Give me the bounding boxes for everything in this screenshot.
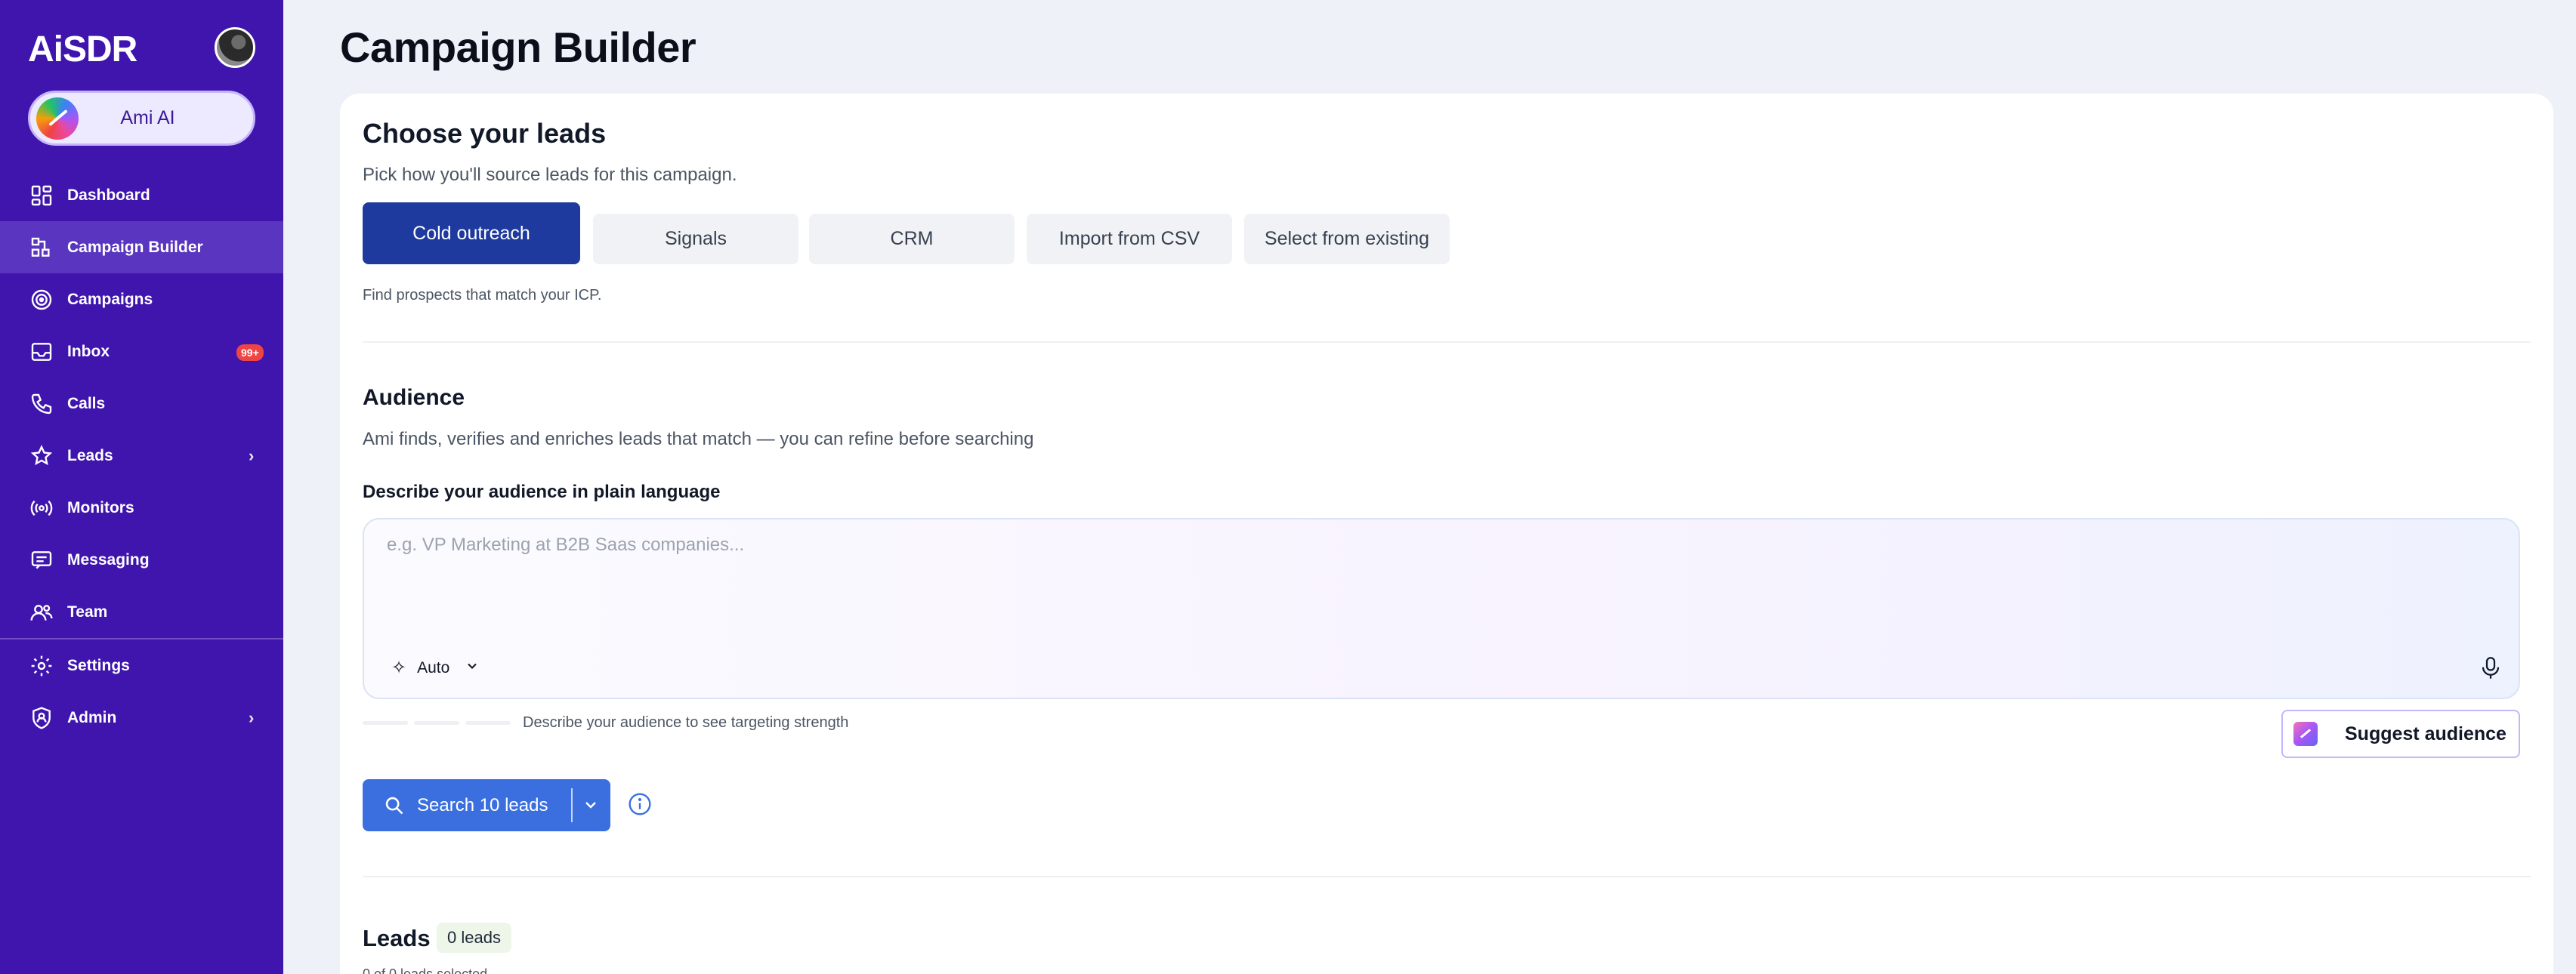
sidebar-item-calls[interactable]: Calls	[0, 378, 283, 430]
leads-count-badge: 0 leads	[437, 923, 511, 953]
microphone-icon[interactable]	[2479, 655, 2502, 681]
sidebar: AiSDR Ami AI Dashboard Campaign Builder …	[0, 0, 283, 974]
team-icon	[28, 599, 55, 626]
sidebar-item-label: Campaigns	[67, 290, 153, 308]
sidebar-item-messaging[interactable]: Messaging	[0, 534, 283, 586]
brand-logo: AiSDR	[28, 29, 137, 69]
sidebar-item-label: Inbox	[67, 342, 110, 360]
sidebar-item-leads[interactable]: Leads ›	[0, 430, 283, 482]
leads-title: Leads	[363, 925, 431, 951]
chevron-down-icon	[465, 658, 480, 677]
leads-selected-text: 0 of 0 leads selected	[363, 966, 488, 974]
inbox-icon	[28, 338, 55, 365]
broadcast-icon	[28, 495, 55, 522]
chevron-right-icon: ›	[249, 708, 255, 727]
button-split-divider	[571, 788, 573, 822]
sidebar-item-label: Team	[67, 603, 108, 621]
sidebar-item-label: Monitors	[67, 498, 134, 516]
audience-textarea[interactable]: e.g. VP Marketing at B2B Saas companies.…	[363, 518, 2520, 699]
choose-leads-title: Choose your leads	[363, 118, 607, 149]
ami-orb-icon	[36, 97, 79, 140]
suggest-audience-button[interactable]: Suggest audience	[2281, 710, 2520, 758]
ai-sparkle-icon	[2293, 722, 2318, 746]
sidebar-item-label: Messaging	[67, 550, 150, 569]
source-option-signals[interactable]: Signals	[593, 214, 798, 264]
choose-leads-subtitle: Pick how you'll source leads for this ca…	[363, 165, 737, 185]
sidebar-item-campaign-builder[interactable]: Campaign Builder	[0, 221, 283, 273]
campaign-builder-icon	[28, 234, 55, 261]
strength-bar-segment	[414, 721, 459, 725]
chevron-down-icon[interactable]	[582, 796, 600, 814]
sidebar-item-label: Dashboard	[67, 186, 150, 204]
sparkle-icon: ✧	[391, 658, 407, 678]
strength-hint: Describe your audience to see targeting …	[523, 714, 849, 731]
avatar[interactable]	[215, 27, 255, 68]
search-icon	[385, 797, 403, 814]
sidebar-item-settings[interactable]: Settings	[0, 640, 283, 692]
strength-bar-segment	[363, 721, 408, 725]
search-leads-label: Search 10 leads	[417, 794, 548, 815]
sidebar-item-label: Settings	[67, 656, 130, 674]
audience-subtitle: Ami finds, verifies and enriches leads t…	[363, 429, 1034, 449]
section-divider	[363, 341, 2531, 343]
audience-placeholder: e.g. VP Marketing at B2B Saas companies.…	[387, 535, 745, 555]
source-option-cold-outreach[interactable]: Cold outreach	[363, 202, 580, 264]
ami-ai-button[interactable]: Ami AI	[28, 91, 255, 146]
message-icon	[28, 547, 55, 574]
sidebar-item-team[interactable]: Team	[0, 586, 283, 638]
mode-select[interactable]: ✧ Auto	[391, 657, 480, 679]
search-leads-button[interactable]: Search 10 leads	[363, 779, 610, 831]
sidebar-item-campaigns[interactable]: Campaigns	[0, 273, 283, 325]
sidebar-item-label: Leads	[67, 446, 113, 464]
section-divider	[363, 876, 2531, 877]
sidebar-item-monitors[interactable]: Monitors	[0, 482, 283, 534]
gear-icon	[28, 652, 55, 680]
source-option-import-csv[interactable]: Import from CSV	[1027, 214, 1232, 264]
inbox-count-badge: 99+	[236, 344, 264, 361]
source-option-select-existing[interactable]: Select from existing	[1244, 214, 1450, 264]
sidebar-item-label: Campaign Builder	[67, 238, 203, 256]
audience-title: Audience	[363, 385, 465, 410]
sidebar-item-label: Calls	[67, 394, 106, 412]
mode-label: Auto	[417, 658, 450, 677]
phone-icon	[28, 390, 55, 418]
suggest-audience-label: Suggest audience	[2345, 723, 2507, 744]
sidebar-nav: Dashboard Campaign Builder Campaigns Inb…	[0, 169, 283, 744]
target-icon	[28, 286, 55, 313]
sidebar-item-label: Admin	[67, 708, 117, 726]
source-option-crm[interactable]: CRM	[809, 214, 1015, 264]
sidebar-item-inbox[interactable]: Inbox 99+	[0, 325, 283, 378]
strength-bar-segment	[465, 721, 511, 725]
source-hint: Find prospects that match your ICP.	[363, 287, 602, 304]
page-title: Campaign Builder	[340, 23, 697, 71]
sidebar-item-admin[interactable]: Admin ›	[0, 692, 283, 744]
ami-ai-label: Ami AI	[120, 107, 175, 128]
chevron-right-icon: ›	[249, 446, 255, 465]
info-icon[interactable]	[628, 792, 652, 816]
shield-user-icon	[28, 704, 55, 732]
star-person-icon	[28, 442, 55, 470]
sidebar-item-dashboard[interactable]: Dashboard	[0, 169, 283, 221]
audience-field-label: Describe your audience in plain language	[363, 482, 721, 502]
dashboard-icon	[28, 182, 55, 209]
